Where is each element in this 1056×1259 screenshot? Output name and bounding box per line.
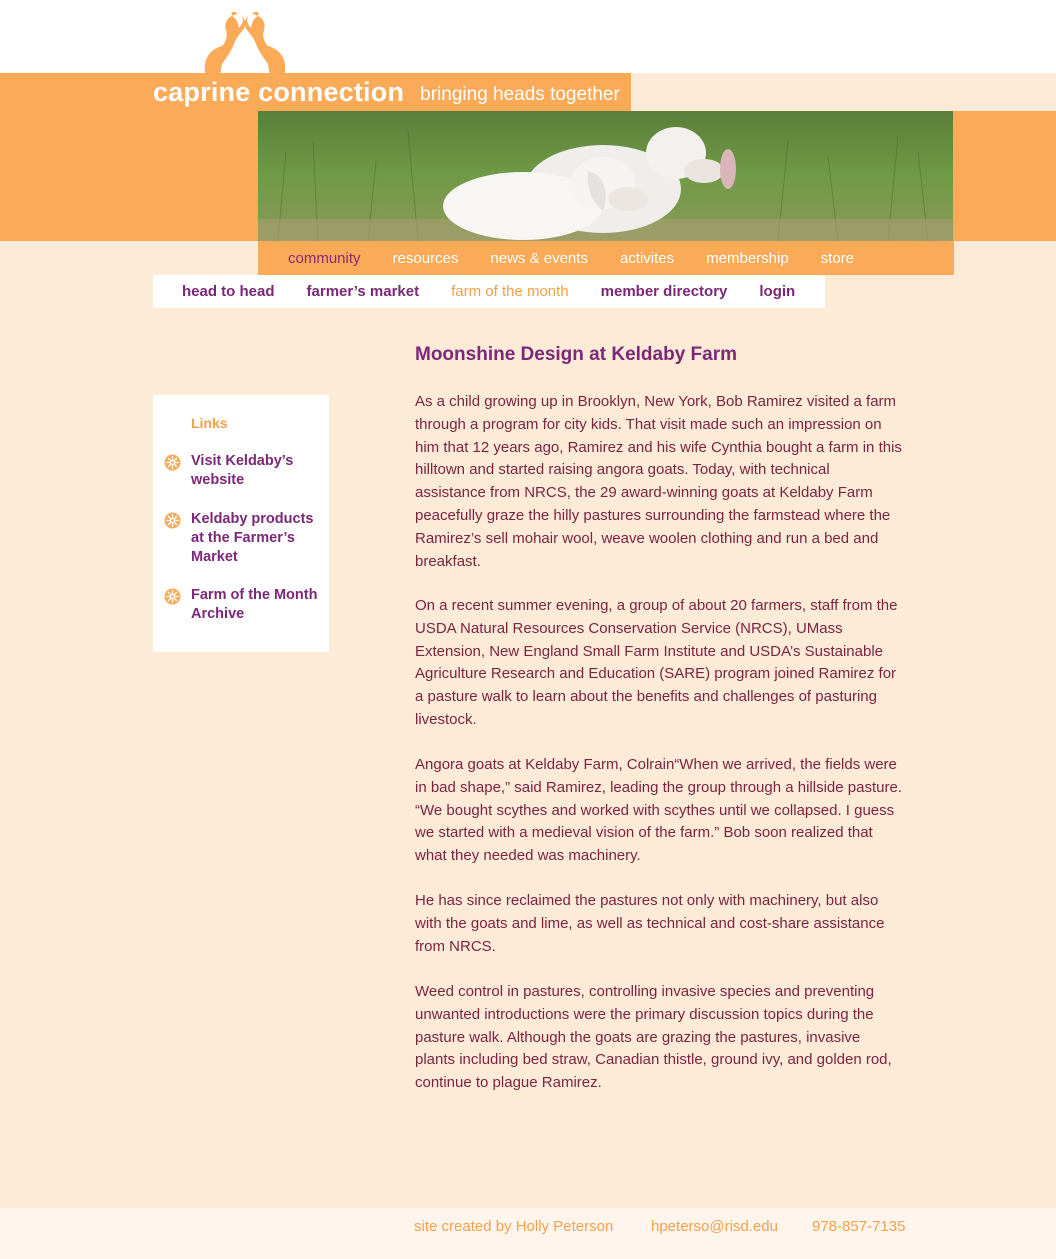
main-nav: community resources news & events activi… — [258, 241, 954, 275]
footer: site created by Holly Peterson hpeterso@… — [0, 1208, 1056, 1259]
article: Moonshine Design at Keldaby Farm As a ch… — [415, 343, 903, 1091]
subnav-login[interactable]: login — [759, 283, 795, 300]
nav-news-events[interactable]: news & events — [490, 250, 588, 267]
footer-credit: site created by Holly Peterson — [414, 1218, 614, 1235]
goats-logo-icon[interactable] — [196, 12, 294, 76]
link-farm-archive-label[interactable]: Farm of the Month Archive — [191, 587, 317, 622]
flower-bullet-icon — [164, 512, 181, 529]
sub-nav: head to head farmer’s market farm of the… — [153, 275, 825, 308]
brand-name[interactable]: caprine connection — [153, 77, 404, 108]
flower-bullet-icon — [164, 588, 181, 605]
flower-bullet-icon — [164, 454, 181, 471]
article-paragraph: He has since reclaimed the pastures not … — [415, 892, 885, 955]
header-band-light — [631, 73, 1056, 111]
subnav-farm-of-the-month[interactable]: farm of the month — [451, 283, 569, 300]
footer-phone: 978-857-7135 — [812, 1218, 906, 1235]
header-top — [0, 0, 1056, 73]
links-sidebar: Links Visit Keldaby’s website Keldaby pr… — [153, 395, 329, 652]
nav-store[interactable]: store — [821, 250, 854, 267]
brand[interactable]: caprine connection bringing heads togeth… — [153, 73, 620, 111]
nav-membership[interactable]: membership — [706, 250, 789, 267]
subnav-member-directory[interactable]: member directory — [601, 283, 728, 300]
nav-activities[interactable]: activites — [620, 250, 674, 267]
link-keldaby-website-label[interactable]: Visit Keldaby’s website — [191, 453, 293, 488]
article-title: Moonshine Design at Keldaby Farm — [415, 344, 737, 365]
link-farm-archive[interactable]: Farm of the Month Archive — [164, 586, 319, 624]
article-paragraph: As a child growing up in Brooklyn, New Y… — [415, 393, 902, 570]
subnav-farmers-market[interactable]: farmer’s market — [307, 283, 420, 300]
brand-tagline: bringing heads together — [420, 83, 620, 105]
link-keldaby-website[interactable]: Visit Keldaby’s website — [164, 452, 319, 490]
link-keldaby-products[interactable]: Keldaby products at the Farmer’s Market — [164, 510, 319, 567]
nav-community[interactable]: community — [288, 250, 361, 267]
link-keldaby-products-label[interactable]: Keldaby products at the Farmer’s Market — [191, 511, 313, 565]
hero-goats-image — [258, 111, 953, 241]
footer-email-link[interactable]: hpeterso@risd.edu — [651, 1218, 778, 1235]
article-paragraph: Weed control in pastures, controlling in… — [415, 983, 892, 1092]
nav-resources[interactable]: resources — [393, 250, 459, 267]
links-title: Links — [191, 415, 228, 431]
subnav-head-to-head[interactable]: head to head — [182, 283, 275, 300]
article-paragraph: On a recent summer evening, a group of a… — [415, 597, 898, 728]
article-paragraph: Angora goats at Keldaby Farm, Colrain“Wh… — [415, 756, 902, 865]
